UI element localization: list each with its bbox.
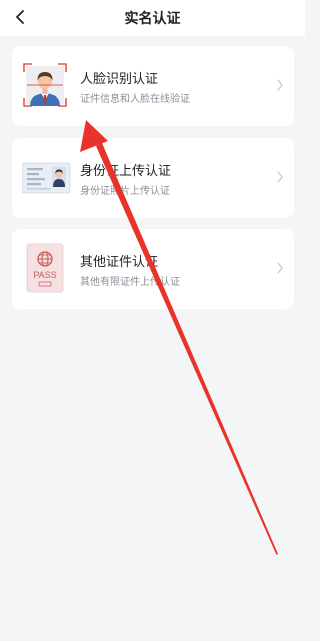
- option-description: 身份证照片上传认证: [80, 186, 170, 197]
- face-verification-option[interactable]: 人脸识别认证 证件信息和人脸在线验证: [12, 46, 294, 126]
- id-card-upload-option[interactable]: 身份证上传认证 身份证照片上传认证: [12, 138, 294, 218]
- chevron-right-icon: [277, 79, 283, 91]
- option-label: 人脸识别认证: [80, 72, 159, 87]
- option-label: 身份证上传认证: [80, 164, 172, 179]
- other-document-option[interactable]: PASS 其他证件认证 其他有限证件上传认证: [12, 229, 294, 309]
- chevron-right-icon: [277, 262, 283, 274]
- page-title: 实名认证: [124, 11, 181, 27]
- option-description: 证件信息和人脸在线验证: [80, 94, 190, 105]
- option-description: 其他有限证件上传认证: [80, 277, 180, 288]
- chevron-right-icon: [277, 171, 283, 183]
- option-label: 其他证件认证: [80, 255, 159, 270]
- id-card-icon: [21, 154, 72, 204]
- header-bar: 实名认证: [0, 0, 305, 36]
- passport-icon: PASS: [26, 243, 64, 297]
- svg-text:PASS: PASS: [33, 270, 56, 280]
- face-scan-icon: [22, 62, 68, 112]
